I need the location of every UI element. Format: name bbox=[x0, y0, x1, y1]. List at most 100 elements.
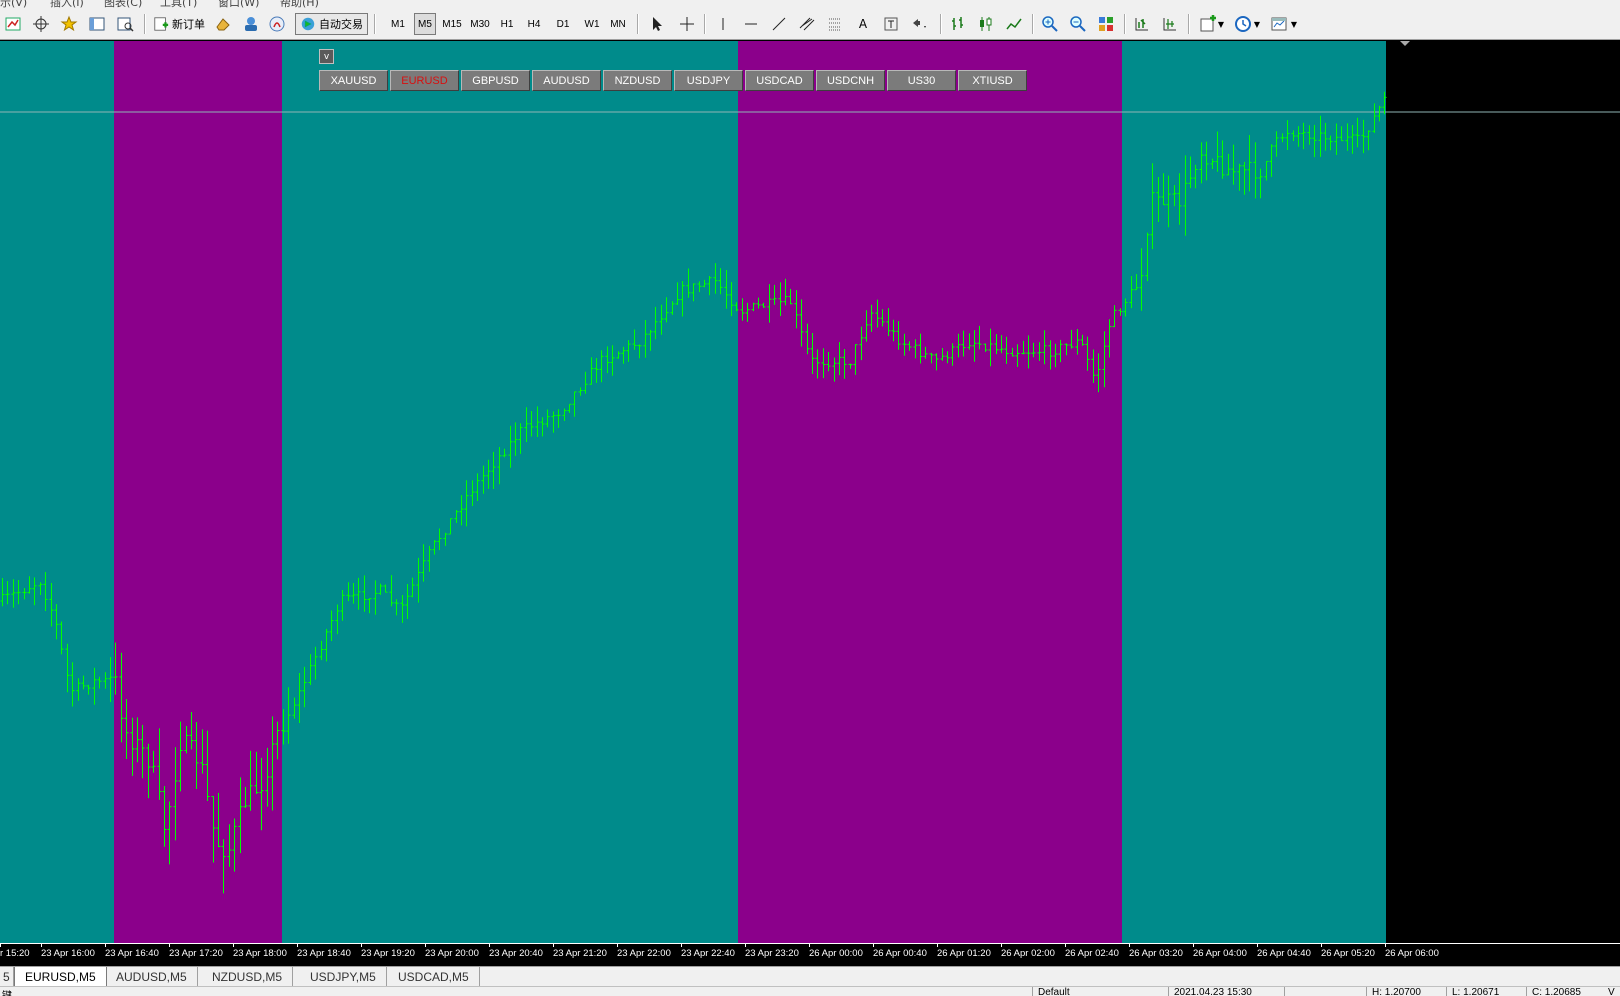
status-high: H: 1.20700 bbox=[1372, 987, 1421, 996]
timeframe-mn[interactable]: MN bbox=[607, 13, 629, 35]
timeframe-m1[interactable]: M1 bbox=[388, 13, 408, 35]
time-axis-tick bbox=[1129, 944, 1130, 947]
symbol-button-xtiusd[interactable]: XTIUSD bbox=[958, 70, 1027, 91]
text-tool[interactable]: A bbox=[852, 13, 874, 35]
timeframe-w1[interactable]: W1 bbox=[582, 13, 602, 35]
cursor-icon[interactable] bbox=[646, 13, 668, 35]
symbol-button-nzdusd[interactable]: NZDUSD bbox=[603, 70, 672, 91]
vertical-line-icon[interactable] bbox=[712, 13, 734, 35]
fibonacci-icon[interactable] bbox=[824, 13, 846, 35]
time-axis-tick bbox=[105, 944, 106, 947]
time-axis-tick bbox=[1193, 944, 1194, 947]
trendline-icon[interactable] bbox=[768, 13, 790, 35]
chart-tab-audusd[interactable]: AUDUSD,M5 bbox=[106, 967, 198, 986]
chart-tab-nzdusd[interactable]: NZDUSD,M5 bbox=[202, 967, 294, 986]
zoom-in-icon[interactable] bbox=[1039, 13, 1061, 35]
timeframe-m5[interactable]: M5 bbox=[414, 13, 436, 35]
timeframe-m30[interactable]: M30 bbox=[467, 13, 493, 35]
arrows-dropdown-icon[interactable] bbox=[908, 13, 930, 35]
time-axis-label: 23 Apr 17:20 bbox=[169, 948, 223, 959]
candlestick-icon[interactable] bbox=[975, 13, 997, 35]
menu-charts[interactable]: 图表(C) bbox=[104, 0, 142, 8]
time-axis-tick bbox=[553, 944, 554, 947]
eraser-icon[interactable] bbox=[212, 13, 234, 35]
time-axis-tick bbox=[1385, 944, 1386, 947]
periods-clock-icon[interactable] bbox=[1232, 13, 1254, 35]
market-watch-icon[interactable] bbox=[240, 13, 262, 35]
bar-chart-icon[interactable] bbox=[947, 13, 969, 35]
crosshair-icon[interactable] bbox=[676, 13, 698, 35]
signal-icon[interactable] bbox=[266, 13, 288, 35]
periods-dropdown-icon[interactable]: ▼ bbox=[1252, 13, 1262, 35]
symbol-button-us30[interactable]: US30 bbox=[887, 70, 956, 91]
time-axis-tick bbox=[1321, 944, 1322, 947]
menu-tools[interactable]: 工具(T) bbox=[160, 0, 197, 8]
time-axis-tick bbox=[361, 944, 362, 947]
templates-icon[interactable] bbox=[1268, 13, 1290, 35]
menu-insert[interactable]: 插入(I) bbox=[50, 0, 84, 8]
chart-shift-icon[interactable] bbox=[1159, 13, 1181, 35]
indicators-dropdown-icon[interactable]: ▼ bbox=[1216, 13, 1226, 35]
time-axis-tick bbox=[937, 944, 938, 947]
new-chart-icon[interactable] bbox=[2, 13, 24, 35]
symbol-button-xauusd[interactable]: XAUUSD bbox=[319, 70, 388, 91]
status-volume: V bbox=[1608, 987, 1615, 996]
auto-scroll-icon[interactable] bbox=[1131, 13, 1153, 35]
time-axis-label: 26 Apr 02:00 bbox=[1001, 948, 1055, 959]
data-window-icon[interactable] bbox=[114, 13, 136, 35]
auto-trading-icon bbox=[301, 17, 315, 31]
status-datetime: 2021.04.23 15:30 bbox=[1174, 987, 1252, 996]
chart-empty-area bbox=[1386, 41, 1620, 943]
time-axis-label: 23 Apr 21:20 bbox=[553, 948, 607, 959]
chart-tab-usdcad[interactable]: USDCAD,M5 bbox=[388, 967, 480, 986]
symbol-button-usdcad[interactable]: USDCAD bbox=[745, 70, 814, 91]
time-axis-tick bbox=[297, 944, 298, 947]
time-axis-tick bbox=[425, 944, 426, 947]
time-axis-label: 26 Apr 04:40 bbox=[1257, 948, 1311, 959]
session-band bbox=[282, 41, 738, 943]
chart-tab-usdjpy[interactable]: USDJPY,M5 bbox=[300, 967, 387, 986]
tile-windows-icon[interactable] bbox=[1095, 13, 1117, 35]
equidistant-channel-icon[interactable] bbox=[796, 13, 818, 35]
time-axis-tick bbox=[233, 944, 234, 947]
symbol-button-gbpusd[interactable]: GBPUSD bbox=[461, 70, 530, 91]
crosshair-move-icon[interactable] bbox=[30, 13, 52, 35]
text-label-icon[interactable] bbox=[880, 13, 902, 35]
favorites-icon[interactable] bbox=[58, 13, 80, 35]
line-chart-icon[interactable] bbox=[1003, 13, 1025, 35]
auto-trading-button[interactable]: 自动交易 bbox=[295, 13, 368, 35]
time-axis-tick bbox=[873, 944, 874, 947]
time-axis-tick bbox=[489, 944, 490, 947]
timeframe-h1[interactable]: H1 bbox=[498, 13, 516, 35]
time-axis-label: 23 Apr 22:00 bbox=[617, 948, 671, 959]
symbol-button-eurusd[interactable]: EURUSD bbox=[390, 70, 459, 91]
symbol-panel-toggle[interactable]: v bbox=[319, 49, 334, 64]
chart-tab-partial[interactable]: 5 bbox=[0, 967, 14, 986]
price-chart[interactable] bbox=[0, 41, 1620, 943]
time-axis-tick bbox=[681, 944, 682, 947]
new-order-button[interactable]: 新订单 bbox=[149, 13, 209, 35]
symbol-button-usdjpy[interactable]: USDJPY bbox=[674, 70, 743, 91]
menu-window[interactable]: 窗口(W) bbox=[218, 0, 259, 8]
timeframe-d1[interactable]: D1 bbox=[554, 13, 572, 35]
time-axis-label: 23 Apr 20:00 bbox=[425, 948, 479, 959]
menu-view[interactable]: 示(V) bbox=[0, 0, 27, 8]
time-axis-label: 23 Apr 16:00 bbox=[41, 948, 95, 959]
toolbar: 新订单 自动交易 M1 M5 M15 M30 H1 H4 D1 W1 MN A … bbox=[0, 8, 1620, 40]
horizontal-line-icon[interactable] bbox=[740, 13, 762, 35]
templates-dropdown-icon[interactable]: ▼ bbox=[1289, 13, 1299, 35]
time-axis-label: 26 Apr 02:40 bbox=[1065, 948, 1119, 959]
zoom-out-icon[interactable] bbox=[1067, 13, 1089, 35]
menu-help[interactable]: 帮助(H) bbox=[280, 0, 319, 8]
timeframe-h4[interactable]: H4 bbox=[525, 13, 543, 35]
chart-canvas bbox=[0, 41, 1620, 943]
timeframe-m15[interactable]: M15 bbox=[439, 13, 465, 35]
time-axis-label: 23 Apr 19:20 bbox=[361, 948, 415, 959]
symbol-button-usdcnh[interactable]: USDCNH bbox=[816, 70, 885, 91]
time-axis-label: 23 Apr 23:20 bbox=[745, 948, 799, 959]
chart-tab-eurusd[interactable]: EURUSD,M5 bbox=[14, 967, 107, 987]
time-axis-label: 23 Apr 16:40 bbox=[105, 948, 159, 959]
navigator-icon[interactable] bbox=[86, 13, 108, 35]
symbol-button-audusd[interactable]: AUDUSD bbox=[532, 70, 601, 91]
time-axis-tick bbox=[617, 944, 618, 947]
